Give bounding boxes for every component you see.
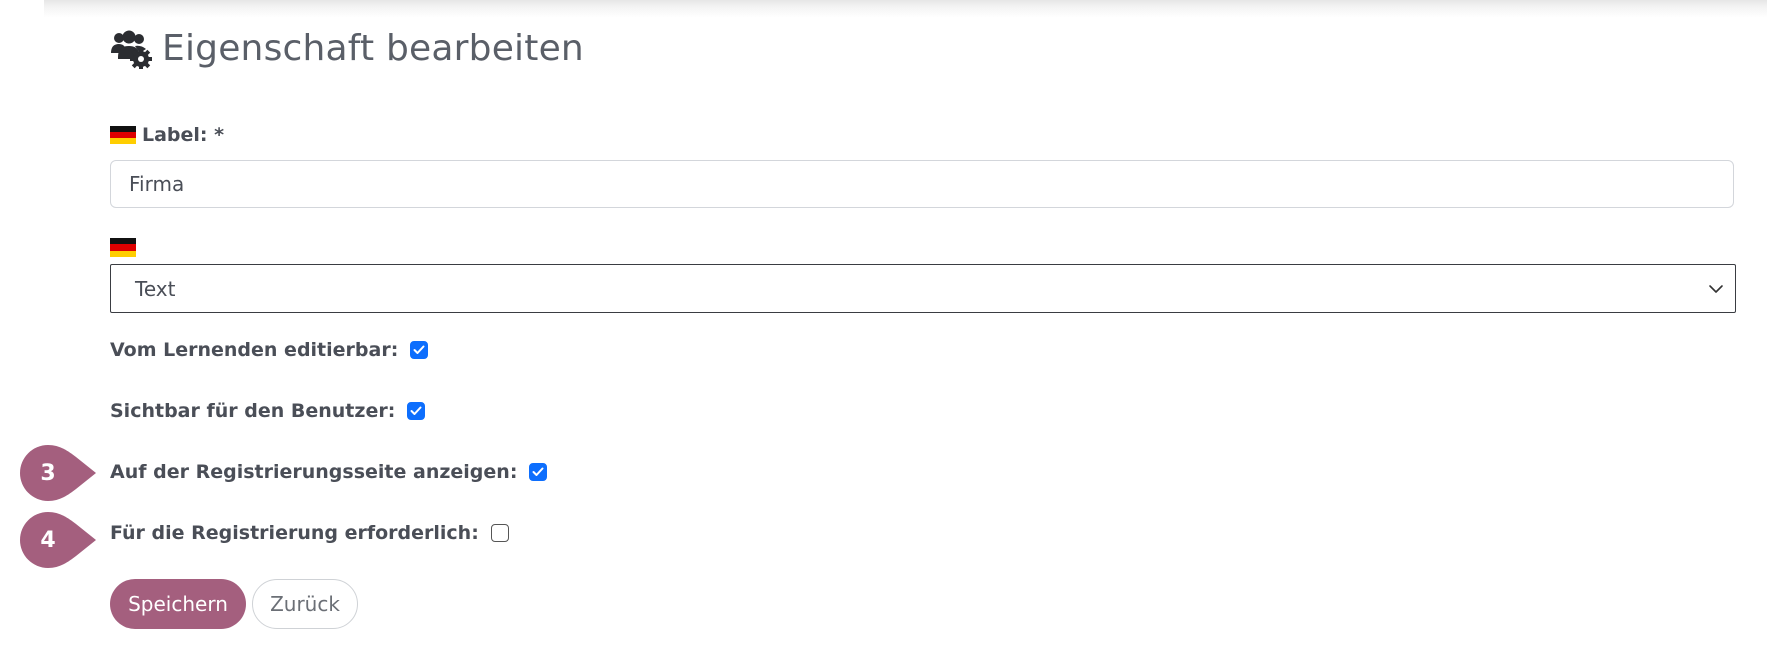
step-marker-number: 3 xyxy=(40,460,56,486)
top-bar-shadow xyxy=(44,0,1767,18)
page-header: Eigenschaft bearbeiten xyxy=(110,28,584,70)
visible-checkbox[interactable] xyxy=(407,402,426,420)
german-flag-icon xyxy=(110,238,136,257)
type-field-flag xyxy=(110,237,136,257)
step-marker-number: 4 xyxy=(40,527,56,553)
checkbox-label: Auf der Registrierungsseite anzeigen: xyxy=(110,461,518,483)
label-input[interactable] xyxy=(110,160,1734,208)
label-field-label: Label: * xyxy=(110,124,224,146)
editable-checkbox[interactable] xyxy=(410,341,429,359)
users-gear-icon xyxy=(110,29,152,70)
checkbox-label: Vom Lernenden editierbar: xyxy=(110,339,399,361)
page-title: Eigenschaft bearbeiten xyxy=(162,28,584,69)
back-button[interactable]: Zurück xyxy=(252,579,358,629)
checkbox-label: Sichtbar für den Benutzer: xyxy=(110,400,396,422)
checkbox-row-show-on-registration: Auf der Registrierungsseite anzeigen: xyxy=(110,461,548,483)
save-button[interactable]: Speichern xyxy=(110,579,246,629)
show-on-registration-checkbox[interactable] xyxy=(529,463,548,481)
step-marker-3: 3 xyxy=(20,445,120,501)
checkbox-row-editable: Vom Lernenden editierbar: xyxy=(110,339,429,361)
checkbox-row-required-for-registration: Für die Registrierung erforderlich: xyxy=(110,522,509,544)
checkbox-label: Für die Registrierung erforderlich: xyxy=(110,522,479,544)
label-field-caption: Label: * xyxy=(142,124,225,146)
chevron-down-icon xyxy=(1709,285,1723,293)
type-select-value: Text xyxy=(135,276,176,301)
required-for-registration-checkbox[interactable] xyxy=(490,524,509,542)
checkbox-row-visible: Sichtbar für den Benutzer: xyxy=(110,400,426,422)
german-flag-icon xyxy=(110,125,136,145)
step-marker-4: 4 xyxy=(20,512,120,568)
type-select[interactable]: Text xyxy=(110,264,1736,313)
